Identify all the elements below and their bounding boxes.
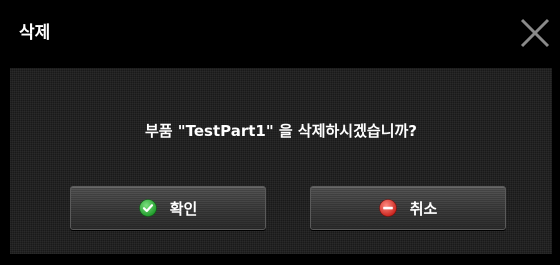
delete-dialog: 삭제 부품 "TestPart1" 을 삭제하시겠습니까? 확인 취소 <box>0 0 560 265</box>
confirm-button-content: 확인 <box>71 187 265 229</box>
confirm-button-label: 확인 <box>169 199 198 218</box>
close-icon <box>520 18 550 48</box>
close-button[interactable] <box>516 14 554 52</box>
dialog-body: 부품 "TestPart1" 을 삭제하시겠습니까? 확인 취소 <box>10 68 552 254</box>
cancel-button[interactable]: 취소 <box>310 186 506 230</box>
confirm-message: 부품 "TestPart1" 을 삭제하시겠습니까? <box>144 122 418 140</box>
dialog-title: 삭제 <box>19 23 51 43</box>
minus-circle-icon <box>378 199 397 217</box>
dialog-titlebar: 삭제 <box>0 0 560 68</box>
cancel-button-content: 취소 <box>311 187 505 229</box>
check-circle-icon <box>138 199 157 217</box>
cancel-button-label: 취소 <box>409 199 438 218</box>
confirm-button[interactable]: 확인 <box>70 186 266 230</box>
